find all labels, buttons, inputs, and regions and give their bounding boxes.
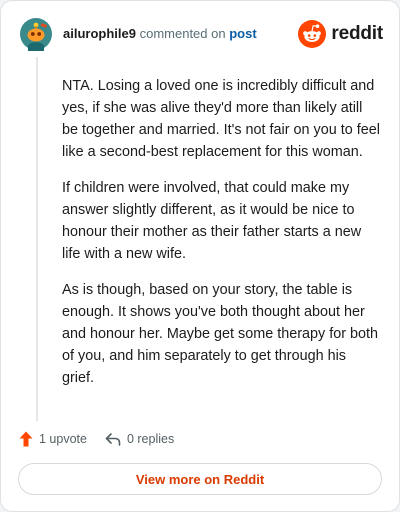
upvote-button[interactable]: 1 upvote [19, 431, 87, 447]
commented-on-text: commented on [139, 26, 226, 41]
comment-actions: 1 upvote 0 replies [19, 429, 174, 449]
username-link[interactable]: ailurophile9 [63, 26, 136, 41]
upvote-count: 1 upvote [39, 432, 87, 446]
comment-header: ailurophile9 commented on post reddit [19, 17, 385, 53]
comment-paragraph: As is though, based on your story, the t… [62, 282, 378, 386]
reddit-wordmark: reddit [331, 23, 383, 44]
post-link[interactable]: post [229, 26, 256, 41]
comment-paragraph: NTA. Losing a loved one is incredibly di… [62, 78, 380, 160]
replies-button[interactable]: 0 replies [105, 432, 174, 446]
view-more-label: View more on Reddit [135, 471, 265, 487]
upvote-arrow-icon [19, 431, 33, 447]
comment-body: NTA. Losing a loved one is incredibly di… [62, 75, 380, 403]
comment-embed-card: ailurophile9 commented on post reddit NT… [0, 0, 400, 512]
view-more-button[interactable]: View more on Reddit [18, 463, 382, 495]
comment-paragraph: If children were involved, that could ma… [62, 180, 362, 262]
reddit-logo-icon [298, 20, 327, 48]
replies-count: 0 replies [126, 432, 175, 446]
comment-meta: ailurophile9 commented on post [63, 26, 257, 42]
reddit-brand[interactable]: reddit [298, 19, 383, 49]
thread-line [36, 57, 38, 421]
reply-arrow-icon [105, 433, 121, 446]
snoo-avatar-icon[interactable] [19, 17, 53, 51]
